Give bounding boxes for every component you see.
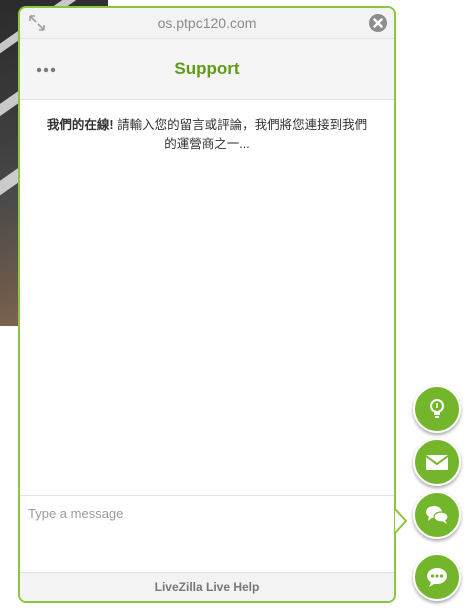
chat-header: Support	[20, 39, 394, 100]
welcome-text: 請輸入您的留言或評論，我們將您連接到我們的運營商之一...	[113, 118, 368, 151]
speech-button[interactable]	[413, 553, 461, 601]
active-pointer	[394, 508, 408, 534]
message-area: 我們的在線! 請輸入您的留言或評論，我們將您連接到我們的運營商之一...	[20, 100, 394, 495]
lightbulb-icon	[430, 399, 444, 418]
envelope-icon	[425, 455, 449, 470]
chat-bubbles-icon	[426, 506, 449, 524]
close-icon[interactable]	[369, 14, 387, 32]
chat-button[interactable]	[413, 491, 461, 539]
feedback-button[interactable]	[413, 385, 461, 433]
title-bar: os.ptpc120.com	[20, 8, 394, 39]
welcome-bold: 我們的在線!	[46, 118, 114, 132]
message-input[interactable]	[20, 496, 394, 576]
email-button[interactable]	[413, 438, 461, 486]
welcome-message: 我們的在線! 請輸入您的留言或評論，我們將您連接到我們的運營商之一...	[42, 116, 372, 154]
header-title: Support	[174, 59, 240, 78]
input-area	[20, 495, 394, 576]
chat-window: os.ptpc120.com Support 我們的在線! 請輸入您的留言或評論…	[18, 6, 396, 603]
footer-brand: LiveZilla Live Help	[20, 572, 394, 601]
window-title: os.ptpc120.com	[157, 15, 257, 31]
speech-bubble-icon	[427, 568, 447, 587]
